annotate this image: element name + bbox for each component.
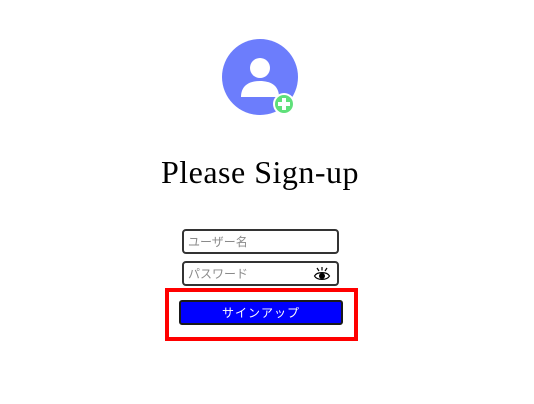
- signup-button[interactable]: サインアップ: [179, 300, 343, 325]
- eye-icon[interactable]: [313, 265, 331, 283]
- page-title: Please Sign-up: [160, 154, 360, 190]
- username-input[interactable]: [182, 229, 339, 254]
- add-user-icon: [222, 39, 298, 115]
- signup-page: Please Sign-up サインアップ: [0, 0, 534, 404]
